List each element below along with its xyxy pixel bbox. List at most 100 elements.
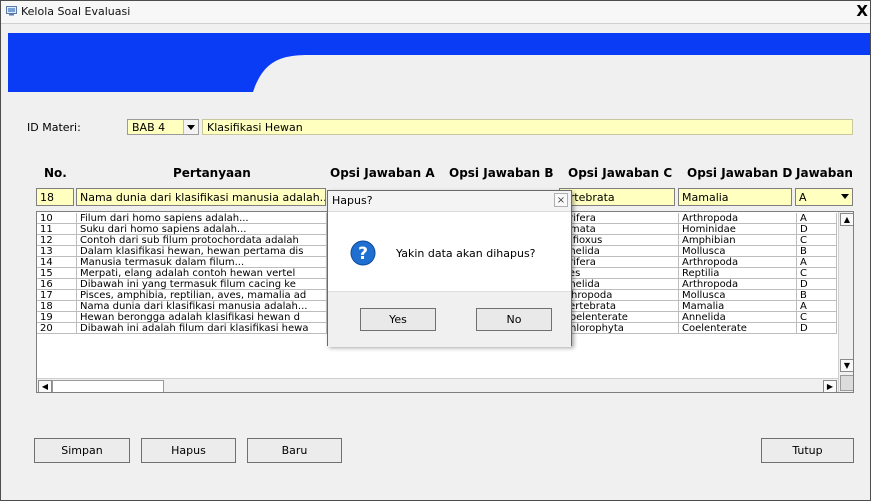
id-materi-select[interactable]: BAB 4	[127, 119, 199, 135]
column-header-jawaban: Jawaban	[796, 166, 853, 180]
table-cell: Amphibian	[679, 235, 797, 246]
table-cell: mfioxus	[560, 235, 679, 246]
simpan-button[interactable]: Simpan	[34, 438, 130, 463]
scroll-right-button[interactable]: ▶	[823, 380, 837, 392]
id-materi-label: ID Materi:	[27, 121, 81, 134]
edit-no-field[interactable]: 18	[36, 188, 74, 206]
table-cell: Hewan berongga adalah klasifikasi hewan …	[77, 312, 327, 323]
table-cell: D	[797, 279, 837, 290]
table-cell: 16	[37, 279, 77, 290]
header-banner	[8, 33, 870, 92]
table-cell: 19	[37, 312, 77, 323]
table-cell: Contoh dari sub filum protochordata adal…	[77, 235, 327, 246]
edit-jawaban-select[interactable]: A	[795, 188, 853, 206]
table-cell: Annelida	[679, 312, 797, 323]
table-cell: Arthropoda	[679, 213, 797, 224]
table-cell: 13	[37, 246, 77, 257]
no-button[interactable]: No	[476, 308, 552, 331]
table-cell: Arthropoda	[679, 257, 797, 268]
table-cell: ves	[560, 268, 679, 279]
table-cell: Chlorophyta	[560, 323, 679, 334]
table-cell: Mollusca	[679, 290, 797, 301]
column-header-opsi-a: Opsi Jawaban A	[330, 166, 435, 180]
table-cell: Merpati, elang adalah contoh hewan verte…	[77, 268, 327, 279]
tutup-button[interactable]: Tutup	[761, 438, 854, 463]
table-cell: Nama dunia dari klasifikasi manusia adal…	[77, 301, 327, 312]
table-cell: rimata	[560, 224, 679, 235]
column-header-opsi-c: Opsi Jawaban C	[568, 166, 673, 180]
confirm-delete-dialog: Hapus? × ? Yakin data akan dihapus? Yes …	[327, 190, 572, 347]
edit-opsi-c-field[interactable]: ertebrata	[559, 188, 675, 206]
table-cell: nnelida	[560, 246, 679, 257]
table-cell: nnelida	[560, 279, 679, 290]
table-cell: 18	[37, 301, 77, 312]
scroll-thumb[interactable]	[52, 380, 164, 392]
scroll-left-button[interactable]: ◀	[38, 380, 52, 392]
scroll-up-button[interactable]: ▲	[840, 213, 853, 226]
dialog-title: Hapus?	[332, 194, 373, 207]
chevron-down-icon[interactable]	[841, 194, 849, 199]
table-cell: Pisces, amphibia, reptilian, aves, mamal…	[77, 290, 327, 301]
scroll-corner	[840, 375, 853, 391]
edit-opsi-d-field[interactable]: Mamalia	[678, 188, 792, 206]
table-cell: Mamalia	[679, 301, 797, 312]
table-cell: C	[797, 312, 837, 323]
hapus-button[interactable]: Hapus	[141, 438, 236, 463]
table-cell: D	[797, 323, 837, 334]
baru-button[interactable]: Baru	[247, 438, 342, 463]
vertical-scrollbar[interactable]: ▲ ▼	[838, 212, 853, 392]
table-cell: Suku dari homo sapiens adalah...	[77, 224, 327, 235]
dialog-close-button[interactable]: ×	[554, 193, 568, 207]
svg-text:?: ?	[358, 244, 368, 264]
table-cell: 15	[37, 268, 77, 279]
scroll-down-button[interactable]: ▼	[840, 359, 853, 372]
table-cell: 17	[37, 290, 77, 301]
column-header-opsi-b: Opsi Jawaban B	[449, 166, 554, 180]
materi-name-text: Klasifikasi Hewan	[207, 121, 303, 134]
table-cell: C	[797, 268, 837, 279]
dialog-title-bar: Hapus? ×	[328, 191, 571, 212]
horizontal-scrollbar[interactable]: ◀ ▶	[37, 378, 838, 392]
table-cell: B	[797, 290, 837, 301]
table-cell: orifera	[560, 213, 679, 224]
question-icon: ?	[350, 240, 376, 266]
table-cell: 14	[37, 257, 77, 268]
table-cell: B	[797, 246, 837, 257]
table-cell: Dalam klasifikasi hewan, hewan pertama d…	[77, 246, 327, 257]
table-cell: A	[797, 257, 837, 268]
column-header-no: No.	[44, 166, 67, 180]
dialog-message: Yakin data akan dihapus?	[396, 247, 536, 260]
yes-button[interactable]: Yes	[360, 308, 436, 331]
table-cell: Dibawah ini adalah filum dari klasifikas…	[77, 323, 327, 334]
table-cell: Filum dari homo sapiens adalah...	[77, 213, 327, 224]
table-cell: A	[797, 213, 837, 224]
window-close-button[interactable]: X	[856, 2, 868, 20]
table-cell: Mollusca	[679, 246, 797, 257]
table-cell: Vertebrata	[560, 301, 679, 312]
table-cell: 10	[37, 213, 77, 224]
table-cell: orifera	[560, 257, 679, 268]
table-cell: Hominidae	[679, 224, 797, 235]
window-title: Kelola Soal Evaluasi	[21, 5, 131, 18]
chevron-down-icon[interactable]	[183, 120, 198, 134]
table-cell: 20	[37, 323, 77, 334]
table-cell: 11	[37, 224, 77, 235]
edit-jawaban-value: A	[799, 191, 807, 204]
table-cell: A	[797, 301, 837, 312]
column-header-pertanyaan: Pertanyaan	[173, 166, 251, 180]
table-cell: Dibawah ini yang termasuk filum cacing k…	[77, 279, 327, 290]
app-window: Kelola Soal Evaluasi X ID Materi: BAB 4 …	[0, 0, 871, 501]
app-icon	[6, 6, 17, 16]
table-cell: Arthropoda	[679, 279, 797, 290]
table-cell: Reptilia	[679, 268, 797, 279]
table-cell: Coelenterate	[560, 312, 679, 323]
id-materi-value: BAB 4	[132, 121, 166, 134]
materi-name-field: Klasifikasi Hewan	[202, 119, 853, 135]
table-cell: Manusia termasuk dalam filum...	[77, 257, 327, 268]
title-bar: Kelola Soal Evaluasi X	[1, 1, 870, 24]
edit-pertanyaan-field[interactable]: Nama dunia dari klasifikasi manusia adal…	[76, 188, 326, 206]
column-header-opsi-d: Opsi Jawaban D	[687, 166, 793, 180]
table-cell: D	[797, 224, 837, 235]
table-cell: 12	[37, 235, 77, 246]
table-cell: C	[797, 235, 837, 246]
